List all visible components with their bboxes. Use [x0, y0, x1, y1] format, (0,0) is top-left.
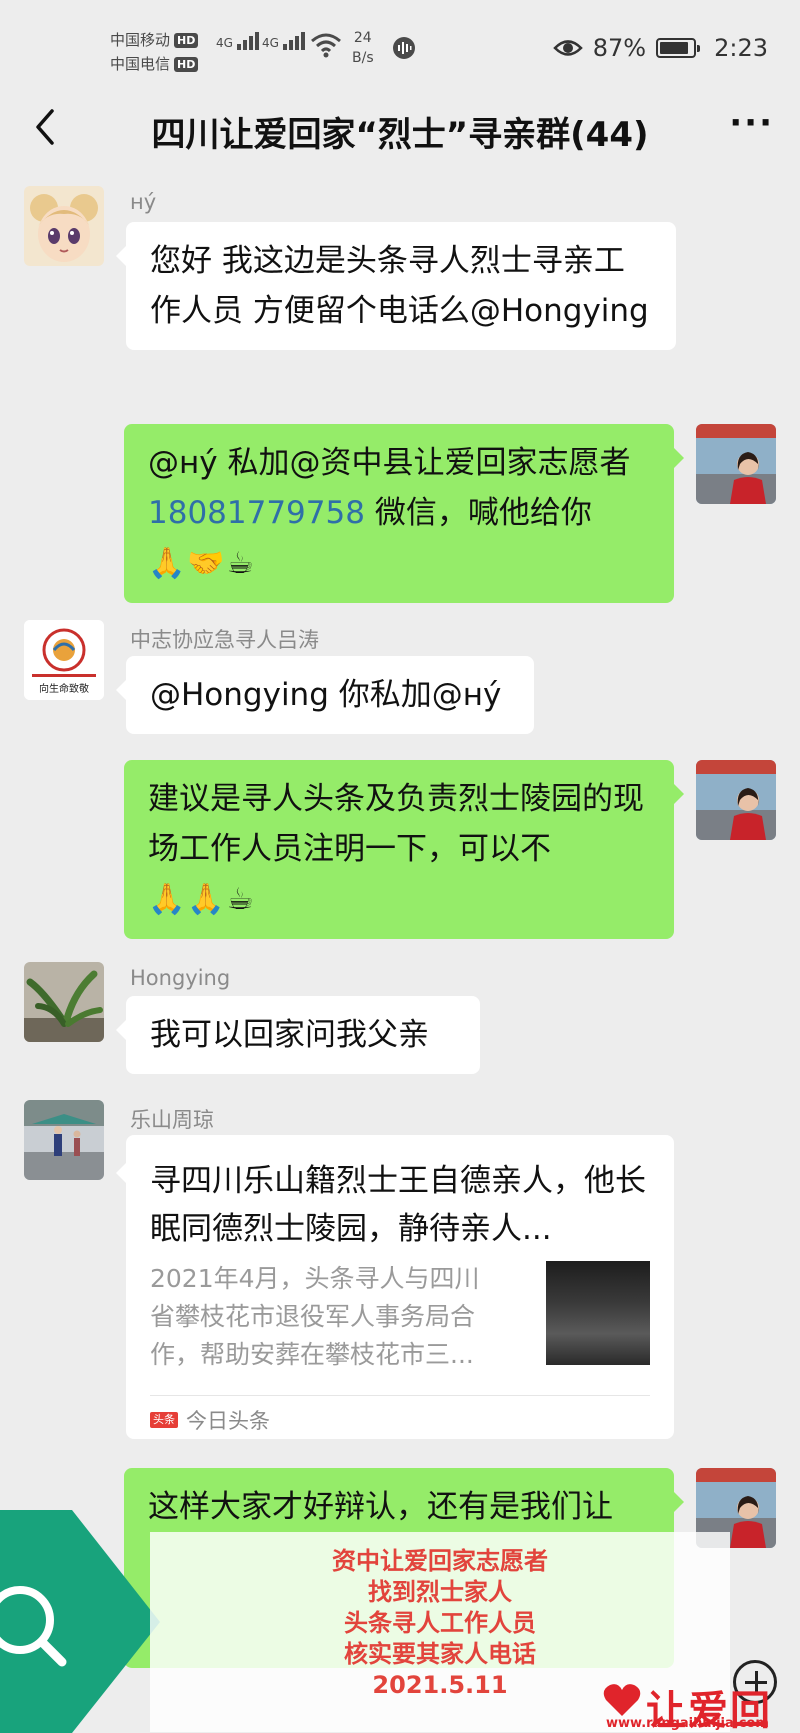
message-bubble[interactable]: 我可以回家问我父亲	[116, 996, 480, 1074]
watermark-url: www.rangaihuijia.com	[606, 1716, 769, 1731]
carrier-2: 中国电信	[110, 55, 171, 73]
hd-badge: HD	[174, 33, 199, 48]
card-divider	[150, 1395, 650, 1396]
message-text: @Hongying 你私加@нý	[150, 677, 502, 713]
eye-comfort-icon	[552, 40, 583, 56]
avatar[interactable]	[24, 186, 104, 266]
battery-icon	[656, 38, 701, 58]
article-thumbnail	[546, 1261, 650, 1365]
message-bubble[interactable]: 建议是寻人头条及负责烈士陵园的现场工作人员注明一下，可以不 🙏🙏☕	[124, 760, 684, 939]
speed-unit: B/s	[352, 50, 374, 66]
avatar[interactable]	[24, 1100, 104, 1180]
message-bubble[interactable]: @нý 私加@资中县让爱回家志愿者 18081779758 微信，喊他给你 🙏🤝☕	[124, 424, 684, 603]
street-photo-icon	[24, 1100, 104, 1180]
sender-name: 中志协应急寻人吕涛	[130, 628, 319, 652]
sender-name: Hongying	[130, 966, 231, 990]
status-bar: 中国移动 HD 中国电信 HD 4G 4G 24 B/s 87% 2:23	[0, 0, 800, 100]
caption-line: 找到烈士家人	[368, 1578, 512, 1606]
carrier-info: 中国移动 HD 中国电信 HD	[110, 28, 199, 76]
sender-name: 乐山周琼	[130, 1108, 214, 1132]
organization-logo-icon: 向生命致敬	[24, 620, 104, 700]
message-text: @нý 私加@资中县让爱回家志愿者	[148, 445, 631, 481]
avatar-self[interactable]	[696, 424, 776, 504]
caption-overlay: 资中让爱回家志愿者 找到烈士家人 头条寻人工作人员 核实要其家人电话 2021.…	[150, 1532, 730, 1732]
caption-text: 资中让爱回家志愿者 找到烈士家人 头条寻人工作人员 核实要其家人电话 2021.…	[150, 1546, 730, 1701]
chat-title: 四川让爱回家“烈士”寻亲群(44)	[151, 115, 649, 155]
wifi-icon	[311, 33, 341, 58]
network-type: 4G	[216, 36, 233, 50]
more-options-icon[interactable]: ···	[729, 106, 774, 140]
sender-name: нý	[130, 190, 157, 214]
message-text: 这样大家才好辩认，还有是我们让	[148, 1489, 613, 1525]
toutiao-icon: 头条	[150, 1412, 178, 1428]
message-bubble[interactable]: @Hongying 你私加@нý	[116, 656, 534, 734]
article-summary: 2021年4月，头条寻人与四川省攀枝花市退役军人事务局合作，帮助安葬在攀枝花市三…	[150, 1264, 480, 1369]
voice-assistant-icon	[393, 37, 415, 59]
volunteer-photo-icon	[696, 760, 776, 840]
message-text: 我可以回家问我父亲	[150, 1017, 429, 1053]
source-name: 今日头条	[186, 1409, 270, 1433]
avatar[interactable]	[24, 962, 104, 1042]
network-type: 4G	[262, 36, 279, 50]
avatar-caption: 向生命致敬	[39, 682, 89, 695]
speed-value: 24	[353, 30, 372, 46]
caption-line: 头条寻人工作人员	[344, 1609, 536, 1637]
chat-header: 四川让爱回家“烈士”寻亲群(44) ···	[0, 95, 800, 165]
heart-logo-icon	[603, 1684, 641, 1716]
right-status: 87% 2:23	[552, 34, 768, 62]
hd-badge: HD	[174, 57, 199, 72]
article-card[interactable]: 寻四川乐山籍烈士王自德亲人，他长眠同德烈士陵园，静待亲人... 2021年4月，…	[116, 1135, 674, 1439]
avatar-self[interactable]	[696, 760, 776, 840]
caption-date: 2021.5.11	[372, 1671, 508, 1699]
caption-line: 核实要其家人电话	[344, 1640, 536, 1668]
signal-2-icon: 4G	[262, 32, 307, 50]
battery-percent: 87%	[592, 34, 647, 62]
caption-line: 资中让爱回家志愿者	[332, 1547, 548, 1575]
emoji-row: 🙏🤝☕	[148, 546, 256, 581]
article-title: 寻四川乐山籍烈士王自德亲人，他长眠同德烈士陵园，静待亲人...	[150, 1163, 646, 1247]
clock: 2:23	[714, 34, 768, 62]
orchid-plant-icon	[24, 962, 104, 1042]
message-text: 您好 我这边是头条寻人烈士寻亲工作人员 方便留个电话么@Hongying	[150, 243, 649, 329]
message-text: 建议是寻人头条及负责烈士陵园的现场工作人员注明一下，可以不	[148, 781, 644, 867]
battery-fill	[660, 42, 689, 54]
message-bubble[interactable]: 您好 我这边是头条寻人烈士寻亲工作人员 方便留个电话么@Hongying	[116, 222, 676, 350]
network-speed: 24 B/s	[352, 28, 374, 68]
anime-avatar-icon	[24, 186, 104, 266]
article-source: 头条 今日头条	[150, 1405, 270, 1435]
volunteer-photo-icon	[696, 424, 776, 504]
carrier-1: 中国移动	[110, 31, 171, 49]
search-overlay[interactable]	[0, 1510, 160, 1733]
emoji-row: 🙏🙏☕	[148, 882, 256, 917]
avatar[interactable]: 向生命致敬	[24, 620, 104, 700]
phone-link[interactable]: 18081779758	[148, 495, 365, 531]
signal-1-icon: 4G	[216, 32, 261, 50]
message-text: 微信，喊他给你	[364, 495, 592, 531]
